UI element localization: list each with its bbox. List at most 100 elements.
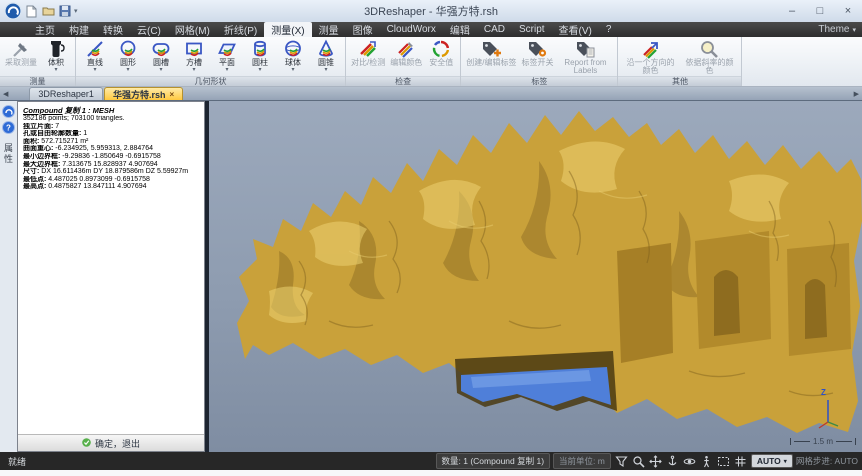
ribbon-button[interactable]: 依据斜率的颜色 (680, 39, 738, 75)
close-button[interactable]: × (834, 1, 862, 21)
close-tab-icon[interactable]: × (169, 90, 174, 99)
ribbon-button-label: 编辑颜色 (390, 59, 422, 67)
grid-auto-dropdown[interactable]: AUTO ▾ (751, 454, 793, 468)
menu-tab[interactable]: 测量 (312, 22, 346, 37)
menu-tab[interactable]: 测量(X) (264, 22, 311, 37)
property-line: 352186 points; 703100 triangles. (23, 115, 199, 123)
menu-tab[interactable]: CloudWorx (380, 22, 443, 37)
move-icon[interactable] (648, 454, 663, 468)
plane-icon (217, 39, 237, 59)
property-line: 尺寸: DX 16.611436m DY 18.879586m DZ 5.599… (23, 168, 199, 176)
menu-tab[interactable]: CAD (477, 22, 512, 37)
open-folder-icon[interactable] (41, 4, 55, 18)
menu-tab[interactable]: 编辑 (443, 22, 477, 37)
document-tab-label: 华强方特.rsh (113, 88, 166, 101)
mesh-model[interactable] (209, 101, 862, 452)
rotate-icon[interactable] (2, 105, 15, 118)
ribbon-button[interactable]: 球体▾ (277, 39, 309, 73)
menu-tab[interactable]: 主页 (28, 22, 62, 37)
menu-tab[interactable]: 构建 (62, 22, 96, 37)
panel-title: Compound 复制 1 : MESH (23, 106, 199, 115)
ribbon-button[interactable]: 圆柱▾ (244, 39, 276, 73)
ribbon-button[interactable]: 方槽▾ (178, 39, 210, 73)
funnel-icon[interactable] (614, 454, 629, 468)
confirm-exit-button[interactable]: 确定，退出 (82, 437, 140, 450)
dropdown-caret-icon[interactable]: ▾ (93, 67, 96, 73)
ribbon-button[interactable]: 直线▾ (79, 39, 111, 73)
properties-tab-label[interactable]: 属性 (2, 143, 15, 165)
dropdown-caret-icon[interactable]: ▾ (159, 67, 162, 73)
ribbon-button[interactable]: 安全值 (425, 39, 457, 67)
ribbon-button[interactable]: 平面▾ (211, 39, 243, 73)
document-tab[interactable]: 3DReshaper1 (29, 87, 103, 100)
status-bar: 就绪 数量: 1 (Compound 复制 1) 当前单位: m AUTO ▾ … (0, 452, 862, 470)
slope-color-icon (699, 39, 719, 59)
ribbon-group: 对比/检测编辑颜色安全值检查 (346, 37, 461, 86)
ribbon-button-label: Report from Labels (558, 59, 612, 75)
dropdown-caret-icon[interactable]: ▾ (192, 67, 195, 73)
svg-text:?: ? (6, 123, 11, 132)
scroll-left-icon[interactable]: ◀ (0, 90, 11, 98)
menu-tab[interactable]: 图像 (346, 22, 380, 37)
property-line: 最大边界框: 7.313675 15.828937 4.907694 (23, 161, 199, 169)
menu-tab[interactable]: 云(C) (130, 22, 168, 37)
slot-icon (151, 39, 171, 59)
panel-footer: 确定，退出 (18, 434, 204, 451)
label-add-icon (480, 39, 502, 59)
ribbon-button[interactable]: 编辑颜色 (388, 39, 424, 67)
scroll-right-icon[interactable]: ▶ (851, 90, 862, 98)
theme-selector[interactable]: Theme ▾ (818, 22, 856, 37)
ribbon-button[interactable]: 对比/检测 (349, 39, 387, 67)
dropdown-caret-icon[interactable]: ▾ (126, 67, 129, 73)
minimize-button[interactable]: – (778, 1, 806, 21)
property-line: 独立片面: 7 (23, 123, 199, 131)
window-title: 3DReshaper - 华强方特.rsh (0, 3, 862, 19)
ribbon-button-label: 圆形 (120, 59, 136, 67)
menu-tab[interactable]: ? (599, 22, 619, 37)
menu-tab[interactable]: 转换 (96, 22, 130, 37)
3dreshaper-logo-icon[interactable] (4, 2, 22, 20)
ribbon-button[interactable]: 体积▾ (40, 39, 72, 73)
property-line: 最小边界框: -9.29836 -1.850649 -0.6915758 (23, 153, 199, 161)
ribbon-button[interactable]: 圆槽▾ (145, 39, 177, 73)
menu-tab[interactable]: 网格(M) (168, 22, 217, 37)
dropdown-caret-icon[interactable]: ▾ (291, 67, 294, 73)
ribbon-button[interactable]: 创建/编辑标签 (464, 39, 518, 67)
zoom-icon[interactable] (631, 454, 646, 468)
document-tab[interactable]: 华强方特.rsh× (104, 87, 183, 100)
save-icon[interactable] (58, 4, 72, 18)
qat-dropdown-icon[interactable]: ▾ (74, 7, 78, 15)
ribbon-button[interactable]: 标签开关 (519, 39, 555, 67)
dropdown-caret-icon[interactable]: ▾ (225, 67, 228, 73)
axis-z-label: Z (821, 388, 826, 397)
dropdown-caret-icon[interactable]: ▾ (324, 67, 327, 73)
ribbon-button[interactable]: Report from Labels (556, 39, 614, 75)
new-file-icon[interactable] (24, 4, 38, 18)
grid-icon[interactable] (733, 454, 748, 468)
rectangle-icon (184, 39, 204, 59)
unit-selector[interactable]: 当前单位: m (553, 453, 611, 469)
menu-tab[interactable]: 折线(P) (217, 22, 264, 37)
safety-icon (431, 39, 451, 59)
cone-icon (316, 39, 336, 59)
ribbon-button-label: 标签开关 (521, 59, 553, 67)
viewport-3d[interactable]: Z 1.5 m (209, 101, 862, 452)
menu-tab[interactable]: 查看(V) (552, 22, 599, 37)
maximize-button[interactable]: □ (806, 1, 834, 21)
walk-icon[interactable] (699, 454, 714, 468)
ribbon-button[interactable]: 采取测量 (3, 39, 39, 67)
edit-colors-icon (396, 39, 416, 59)
selection-icon[interactable] (716, 454, 731, 468)
ribbon-button[interactable]: 圆锥▾ (310, 39, 342, 73)
orbit-icon[interactable] (682, 454, 697, 468)
help-icon[interactable]: ? (2, 121, 15, 134)
scale-label: 1.5 m (813, 437, 833, 446)
dropdown-caret-icon[interactable]: ▾ (54, 67, 57, 73)
ribbon-button[interactable]: 沿一个方向的颜色 (621, 39, 679, 75)
ribbon-button[interactable]: 圆形▾ (112, 39, 144, 73)
anchor-icon[interactable] (665, 454, 680, 468)
menu-tab[interactable]: Script (512, 22, 552, 37)
property-line: 最低点: 4.487025 0.8973099 -0.6915758 (23, 176, 199, 184)
dropdown-caret-icon[interactable]: ▾ (258, 67, 261, 73)
chevron-down-icon: ▾ (852, 26, 856, 34)
